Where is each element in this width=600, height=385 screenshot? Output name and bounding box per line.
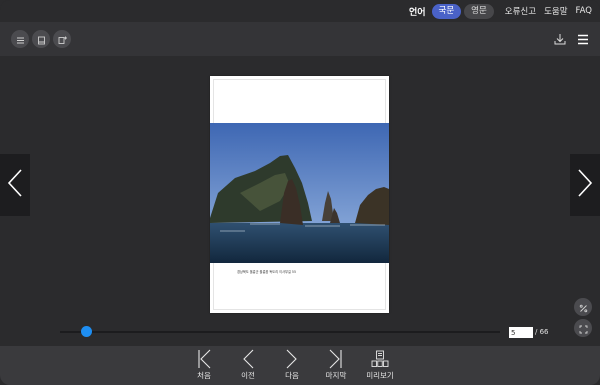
list-icon bbox=[16, 30, 25, 49]
menu-button[interactable] bbox=[574, 30, 592, 48]
toc-button[interactable] bbox=[11, 30, 29, 48]
preview-button[interactable]: 미리보기 bbox=[360, 349, 400, 383]
ebook-viewer: 언어 국문 영문 오류신고 도움말 FAQ 경상북도 울릉군 울릉읍 독도리 이… bbox=[0, 0, 600, 385]
faq-link[interactable]: FAQ bbox=[576, 6, 592, 16]
toolbar bbox=[0, 22, 600, 56]
book-page: 경상북도 울릉군 울릉읍 독도리 이사부길 55 bbox=[210, 76, 389, 313]
page-slider-track[interactable] bbox=[60, 331, 500, 333]
zoom-button[interactable] bbox=[574, 298, 592, 316]
bookmark-add-icon bbox=[58, 30, 67, 49]
hamburger-menu-icon bbox=[577, 30, 589, 49]
last-page-label: 마지막 bbox=[325, 371, 347, 380]
prev-icon bbox=[238, 349, 258, 369]
next-button[interactable]: 다음 bbox=[272, 349, 312, 383]
lang-korean-button[interactable]: 국문 bbox=[431, 3, 462, 19]
single-page-button[interactable] bbox=[32, 30, 50, 48]
zoom-percent-icon bbox=[579, 298, 588, 317]
bookmark-button[interactable] bbox=[53, 30, 71, 48]
fullscreen-button[interactable] bbox=[574, 319, 592, 337]
prev-page-arrow[interactable] bbox=[0, 154, 30, 216]
first-page-label: 처음 bbox=[197, 371, 211, 380]
top-bar: 언어 국문 영문 오류신고 도움말 FAQ bbox=[0, 0, 600, 22]
download-icon bbox=[554, 30, 566, 49]
help-link[interactable]: 도움말 bbox=[544, 5, 567, 17]
first-page-button[interactable]: 처음 bbox=[184, 349, 224, 383]
preview-label: 미리보기 bbox=[366, 371, 394, 380]
language-label: 언어 bbox=[408, 7, 426, 18]
lang-english-button[interactable]: 영문 bbox=[464, 3, 494, 19]
page-total: / 66 bbox=[535, 328, 549, 336]
last-page-icon bbox=[326, 349, 346, 369]
bottom-nav-bar: 처음 이전 다음 마지막 미리보기 bbox=[0, 346, 600, 385]
next-page-arrow[interactable] bbox=[570, 154, 600, 216]
page-viewer: 경상북도 울릉군 울릉읍 독도리 이사부길 55 / 66 bbox=[0, 56, 600, 346]
last-page-button[interactable]: 마지막 bbox=[316, 349, 356, 383]
photo-caption: 경상북도 울릉군 울릉읍 독도리 이사부길 55 bbox=[237, 270, 296, 274]
preview-icon bbox=[370, 349, 390, 369]
download-button[interactable] bbox=[551, 30, 569, 48]
page-number-input[interactable] bbox=[509, 327, 533, 338]
chevron-left-icon bbox=[7, 168, 23, 202]
single-page-icon bbox=[37, 30, 46, 49]
first-page-icon bbox=[194, 349, 214, 369]
dokdo-photo bbox=[210, 123, 389, 263]
page-slider-handle[interactable] bbox=[80, 326, 92, 337]
prev-label: 이전 bbox=[241, 371, 255, 380]
next-icon bbox=[282, 349, 302, 369]
next-label: 다음 bbox=[285, 371, 299, 380]
chevron-right-icon bbox=[577, 168, 593, 202]
prev-button[interactable]: 이전 bbox=[228, 349, 268, 383]
fullscreen-icon bbox=[579, 319, 588, 338]
report-error-link[interactable]: 오류신고 bbox=[505, 5, 536, 17]
